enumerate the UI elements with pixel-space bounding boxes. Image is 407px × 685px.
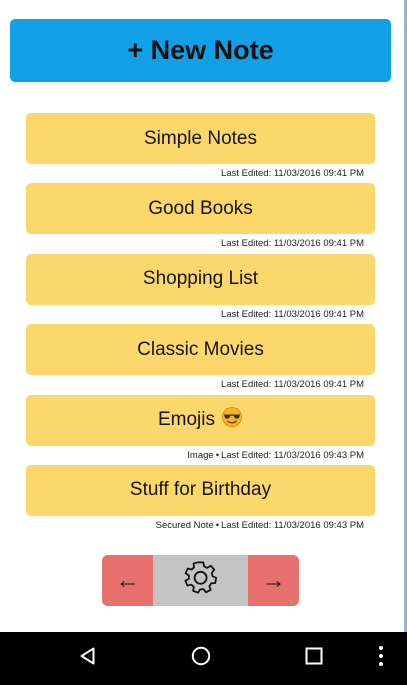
new-note-button[interactable]: + New Note	[10, 19, 391, 82]
note-meta: Image • Last Edited: 11/03/2016 09:43 PM	[187, 450, 364, 461]
note-card-shopping-list[interactable]: Shopping List	[26, 253, 375, 305]
meta-separator: •	[215, 449, 220, 461]
sunglasses-face-icon	[221, 406, 243, 434]
note-title: Simple Notes	[144, 127, 257, 149]
previous-page-button[interactable]: ←	[102, 555, 153, 606]
nav-menu-button[interactable]	[366, 632, 396, 685]
note-tag: Secured Note	[155, 519, 214, 531]
note-item: Stuff for Birthday Secured Note • Last Edi…	[26, 464, 375, 535]
note-item: Shopping List Last Edited: 11/03/2016 09…	[26, 253, 375, 324]
nav-recents-button[interactable]	[292, 632, 336, 685]
note-meta: Last Edited: 11/03/2016 09:41 PM	[221, 309, 364, 320]
nav-back-button[interactable]	[66, 632, 110, 685]
note-item: Simple Notes Last Edited: 11/03/2016 09:…	[26, 113, 375, 183]
note-item: Good Books Last Edited: 11/03/2016 09:41…	[26, 183, 375, 253]
note-item: Classic Movies Last Edited: 11/03/2016 0…	[26, 324, 375, 394]
note-card-classic-movies[interactable]: Classic Movies	[26, 324, 375, 376]
note-last-edited: Last Edited: 11/03/2016 09:41 PM	[221, 168, 364, 179]
overflow-menu-icon	[378, 645, 384, 672]
notes-list: Simple Notes Last Edited: 11/03/2016 09:…	[26, 113, 375, 535]
settings-button[interactable]	[153, 555, 248, 606]
pager: ← →	[102, 555, 299, 606]
note-last-edited: Last Edited: 11/03/2016 09:43 PM	[221, 449, 364, 461]
note-title: Classic Movies	[137, 338, 264, 360]
note-item: Emojis Image • Last Edited: 11/03/2016 09:…	[26, 394, 375, 465]
gear-icon	[183, 560, 219, 601]
recents-square-icon	[304, 646, 324, 671]
note-last-edited: Last Edited: 11/03/2016 09:41 PM	[221, 238, 364, 250]
meta-separator: •	[215, 519, 220, 531]
nav-home-button[interactable]	[179, 632, 223, 685]
note-meta: Last Edited: 11/03/2016 09:41 PM	[221, 379, 364, 390]
note-tag: Image	[187, 449, 214, 461]
next-page-button[interactable]: →	[248, 555, 299, 606]
note-title: Emojis	[157, 409, 215, 431]
note-last-edited: Last Edited: 11/03/2016 09:43 PM	[221, 519, 364, 531]
note-meta: Last Edited: 11/03/2016 09:41 PM	[221, 168, 364, 179]
note-title: Stuff for Birthday	[129, 479, 272, 501]
note-title: Shopping List	[142, 268, 259, 290]
back-triangle-icon	[78, 646, 98, 671]
note-card-emojis[interactable]: Emojis	[26, 394, 375, 446]
note-last-edited: Last Edited: 11/03/2016 09:41 PM	[221, 379, 364, 391]
home-circle-icon	[191, 646, 211, 671]
note-meta: Secured Note • Last Edited: 11/03/2016 09:…	[156, 520, 364, 531]
note-last-edited: Last Edited: 11/03/2016 09:41 PM	[221, 308, 364, 320]
note-card-stuff-for-birthday[interactable]: Stuff for Birthday	[26, 464, 375, 516]
note-meta: Last Edited: 11/03/2016 09:41 PM	[221, 238, 364, 249]
note-title: Good Books	[148, 197, 253, 219]
system-nav-bar	[0, 632, 407, 685]
note-card-good-books[interactable]: Good Books	[26, 183, 375, 235]
note-card-simple-notes[interactable]: Simple Notes	[26, 113, 375, 164]
